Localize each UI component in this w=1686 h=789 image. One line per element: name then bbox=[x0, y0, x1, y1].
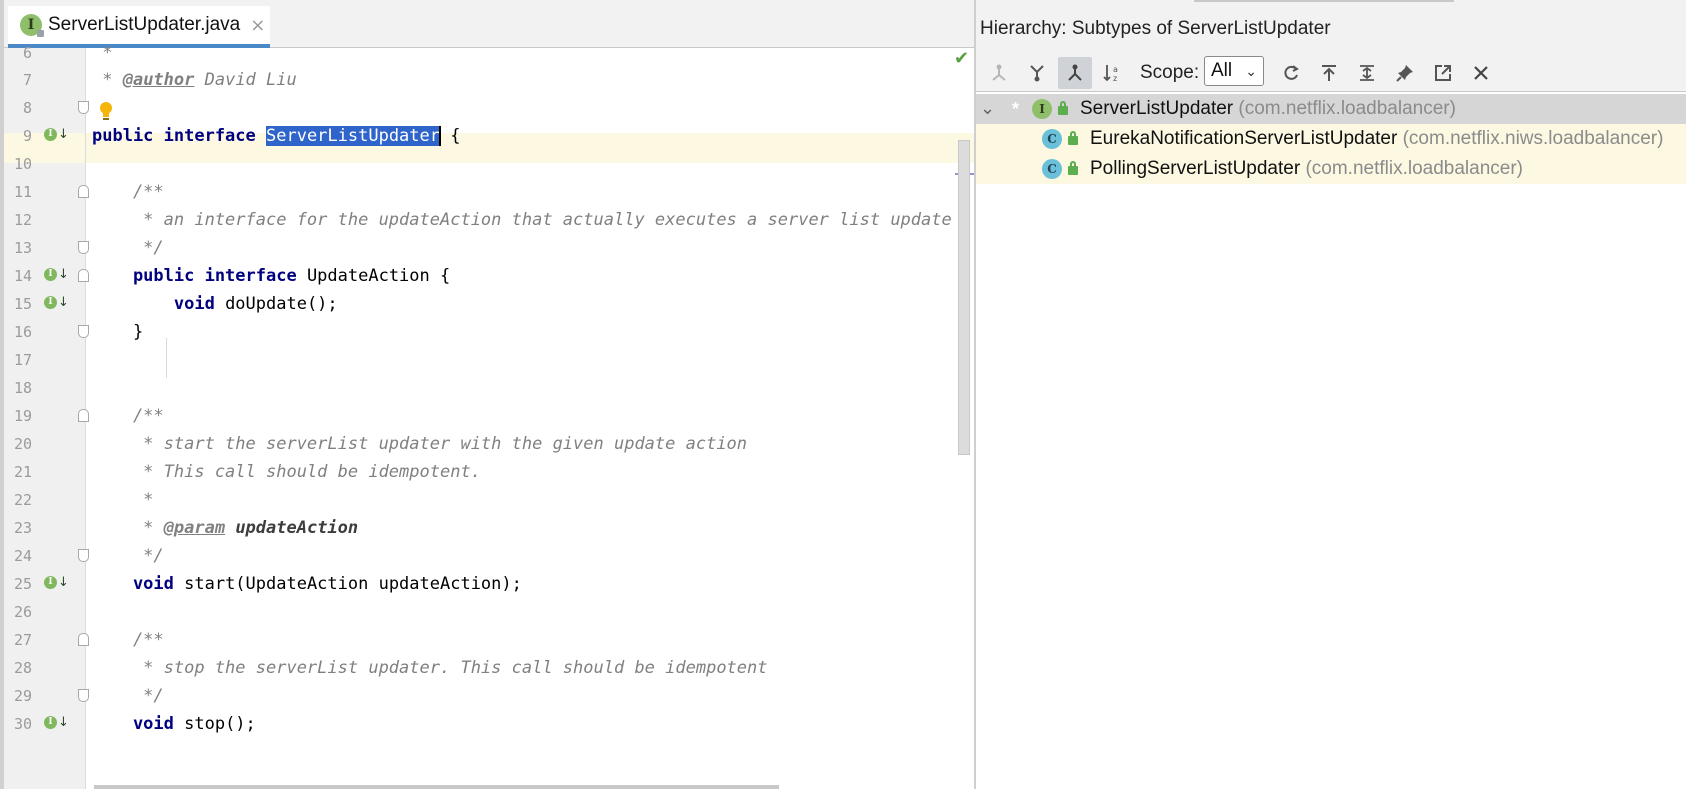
lock-icon bbox=[1058, 101, 1068, 115]
class-icon: C bbox=[1042, 159, 1062, 179]
scroll-to-source-icon[interactable] bbox=[1312, 57, 1346, 89]
implemented-by-icon[interactable]: I ↓ bbox=[44, 128, 69, 141]
line-number: 29 bbox=[13, 687, 32, 705]
code-line: void start(UpdateAction updateAction); bbox=[92, 574, 522, 594]
line-number: 30 bbox=[13, 715, 32, 733]
tab-close-icon[interactable]: × bbox=[250, 15, 265, 36]
tree-node-eurekanotificationserverlistupdater[interactable]: C EurekaNotificationServerListUpdater (c… bbox=[976, 124, 1686, 154]
sort-alpha-icon[interactable]: az bbox=[1096, 57, 1130, 89]
code-editor: I ServerListUpdater.java × 6 7 8 9 I ↓ 10 … bbox=[0, 0, 974, 789]
code-line: /** bbox=[92, 406, 164, 426]
scope-value: All bbox=[1211, 60, 1233, 81]
code-line: * This call should be idempotent. bbox=[92, 462, 481, 482]
tree-node-label: PollingServerListUpdater (com.netflix.lo… bbox=[1090, 158, 1523, 179]
line-number: 23 bbox=[13, 519, 32, 537]
line-number: 19 bbox=[13, 407, 32, 425]
class-hierarchy-icon[interactable] bbox=[1058, 57, 1092, 89]
hierarchy-header: Hierarchy: Subtypes of ServerListUpdater bbox=[976, 0, 1686, 54]
tab-label: ServerListUpdater.java bbox=[48, 14, 241, 35]
code-line: * an interface for the updateAction that… bbox=[92, 210, 952, 230]
line-number: 17 bbox=[13, 351, 32, 369]
code-line: /** bbox=[92, 630, 164, 650]
line-number: 12 bbox=[13, 211, 32, 229]
line-number: 14 bbox=[13, 267, 32, 285]
svg-text:a: a bbox=[1113, 65, 1118, 74]
code-line: * @param updateAction bbox=[92, 518, 359, 538]
line-number: 15 bbox=[13, 295, 32, 313]
interface-file-icon: I bbox=[20, 14, 44, 37]
interface-icon: I bbox=[1032, 99, 1052, 119]
horizontal-scrollbar[interactable] bbox=[94, 785, 779, 789]
line-number: 24 bbox=[13, 547, 32, 565]
scope-select[interactable]: All ⌄ bbox=[1204, 56, 1264, 86]
tree-node-label: EurekaNotificationServerListUpdater (com… bbox=[1090, 128, 1664, 149]
line-number: 28 bbox=[13, 659, 32, 677]
lock-icon bbox=[1068, 131, 1078, 145]
code-line: public interface ServerListUpdater { bbox=[92, 126, 461, 146]
editor-tab-bar: I ServerListUpdater.java × bbox=[4, 0, 974, 48]
inspection-ok-icon[interactable]: ✔ bbox=[954, 48, 969, 69]
pin-icon[interactable] bbox=[1388, 57, 1422, 89]
tree-node-serverlistupdater[interactable]: ⌄ * I ServerListUpdater (com.netflix.loa… bbox=[976, 94, 1686, 124]
line-number: 18 bbox=[13, 379, 32, 397]
line-number: 26 bbox=[13, 603, 32, 621]
line-number: 6 bbox=[22, 44, 32, 62]
code-line: void doUpdate(); bbox=[92, 294, 338, 314]
subtypes-icon[interactable] bbox=[1020, 57, 1054, 89]
lock-icon bbox=[1068, 161, 1078, 175]
line-number: 20 bbox=[13, 435, 32, 453]
code-line: * @author David Liu bbox=[92, 70, 297, 90]
lightbulb-icon[interactable] bbox=[98, 101, 114, 121]
hierarchy-title: Hierarchy: Subtypes of ServerListUpdater bbox=[980, 18, 1331, 39]
selected-text: ServerListUpdater bbox=[266, 126, 440, 146]
code-line: */ bbox=[92, 546, 164, 566]
implemented-by-icon[interactable]: I ↓ bbox=[44, 268, 69, 281]
line-number-gutter[interactable]: 6 7 8 9 I ↓ 10 11 12 13 14 I ↓ 15 I ↓ 16 17 18… bbox=[4, 44, 89, 789]
line-number: 21 bbox=[13, 463, 32, 481]
indent-guide bbox=[166, 338, 167, 378]
line-number: 7 bbox=[22, 71, 32, 89]
implemented-by-icon[interactable]: I ↓ bbox=[44, 296, 69, 309]
export-icon[interactable] bbox=[1426, 57, 1460, 89]
line-number: 22 bbox=[13, 491, 32, 509]
asterisk-marker: * bbox=[1012, 99, 1020, 119]
line-number: 27 bbox=[13, 631, 32, 649]
expand-all-icon[interactable] bbox=[1350, 57, 1384, 89]
supertypes-icon[interactable] bbox=[982, 57, 1016, 89]
code-line: /** bbox=[92, 182, 164, 202]
svg-text:z: z bbox=[1113, 74, 1117, 83]
code-line: * bbox=[92, 490, 154, 510]
refresh-icon[interactable] bbox=[1274, 57, 1308, 89]
code-line: */ bbox=[92, 238, 164, 258]
code-line: */ bbox=[92, 686, 164, 706]
class-icon: C bbox=[1042, 129, 1062, 149]
code-line: * start the serverList updater with the … bbox=[92, 434, 748, 454]
line-number: 25 bbox=[13, 575, 32, 593]
line-number: 13 bbox=[13, 239, 32, 257]
close-icon[interactable] bbox=[1464, 57, 1498, 89]
line-number: 10 bbox=[13, 155, 32, 173]
implemented-by-icon[interactable]: I ↓ bbox=[44, 716, 69, 729]
line-number: 9 bbox=[22, 127, 32, 145]
code-line: void stop(); bbox=[92, 714, 256, 734]
line-number: 16 bbox=[13, 323, 32, 341]
collapse-toggle-icon[interactable]: ⌄ bbox=[980, 93, 995, 123]
hierarchy-panel: Hierarchy: Subtypes of ServerListUpdater… bbox=[976, 0, 1686, 789]
code-line: * stop the serverList updater. This call… bbox=[92, 658, 768, 678]
implemented-by-icon[interactable]: I ↓ bbox=[44, 576, 69, 589]
scope-label: Scope: bbox=[1140, 62, 1200, 83]
tree-node-label: ServerListUpdater (com.netflix.loadbalan… bbox=[1080, 98, 1456, 119]
code-text-area[interactable]: * * @author David Liu public interface S… bbox=[86, 43, 974, 789]
code-line: * bbox=[92, 43, 113, 63]
chevron-down-icon: ⌄ bbox=[1245, 63, 1257, 79]
vertical-scrollbar[interactable] bbox=[958, 140, 970, 455]
code-line: } bbox=[92, 322, 144, 342]
code-line: public interface UpdateAction { bbox=[92, 266, 451, 286]
tree-node-pollingserverlistupdater[interactable]: C PollingServerListUpdater (com.netflix.… bbox=[976, 154, 1686, 184]
line-number: 8 bbox=[22, 99, 32, 117]
hierarchy-toolbar: az Scope: All ⌄ bbox=[976, 54, 1686, 92]
header-accent bbox=[1194, 0, 1454, 2]
line-number: 11 bbox=[13, 183, 32, 201]
